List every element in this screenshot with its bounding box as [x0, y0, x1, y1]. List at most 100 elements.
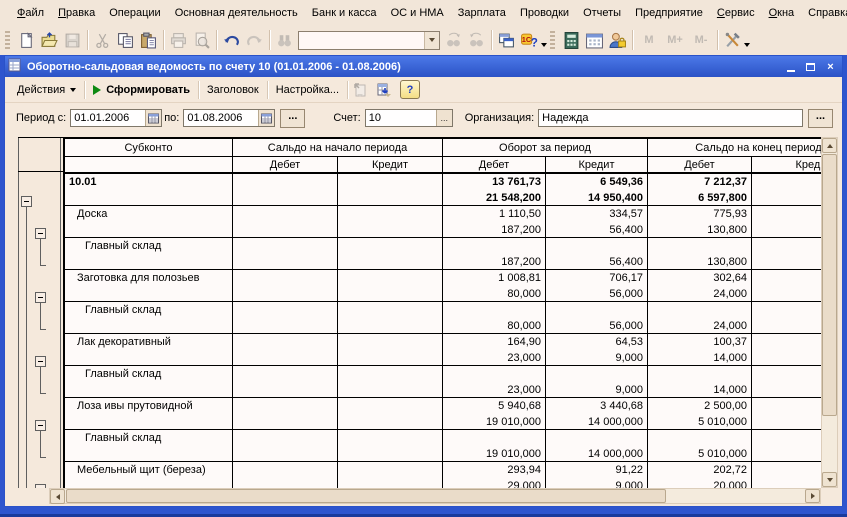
close-button[interactable]: × — [822, 59, 839, 74]
menu-item-Файл[interactable]: Файл — [10, 4, 51, 22]
find-previous-icon[interactable] — [465, 29, 488, 51]
tools-icon[interactable] — [721, 29, 744, 51]
amount-cell[interactable]: 9,000 — [546, 366, 648, 397]
amount-cell[interactable]: 6 549,3614 950,400 — [546, 174, 648, 205]
calendar-picker-icon[interactable] — [145, 110, 161, 126]
amount-cell[interactable]: 56,400 — [546, 238, 648, 269]
generate-button[interactable]: Сформировать — [85, 80, 198, 100]
subconto-cell[interactable]: Главный склад — [65, 302, 233, 333]
table-row[interactable]: Главный склад187,20056,400130,800 — [65, 238, 823, 270]
amount-cell[interactable]: 19 010,000 — [443, 430, 546, 461]
print-preview-icon[interactable] — [190, 29, 213, 51]
amount-cell[interactable]: 130,800 — [648, 238, 752, 269]
table-row[interactable]: 10.0113 761,7321 548,2006 549,3614 950,4… — [65, 174, 823, 206]
amount-cell[interactable] — [233, 302, 338, 333]
menu-item-Сервис[interactable]: Сервис — [710, 4, 762, 22]
amount-cell[interactable]: 293,9429,000 — [443, 462, 546, 488]
table-settings-icon[interactable] — [372, 80, 396, 100]
subconto-cell[interactable]: Лак декоративный — [65, 334, 233, 365]
table-row[interactable]: Заготовка для полозьев1 008,8180,000706,… — [65, 270, 823, 302]
dropdown-caret-icon[interactable] — [744, 43, 750, 47]
amount-cell[interactable]: 302,6424,000 — [648, 270, 752, 301]
amount-cell[interactable] — [233, 206, 338, 237]
amount-cell[interactable]: 64,539,000 — [546, 334, 648, 365]
maximize-button[interactable] — [802, 59, 819, 74]
table-row[interactable]: Лоза ивы прутовидной5 940,6819 010,0003 … — [65, 398, 823, 430]
quick-search-combo[interactable] — [298, 31, 440, 50]
combo-dropdown-icon[interactable] — [424, 32, 439, 49]
subconto-cell[interactable]: Главный склад — [65, 238, 233, 269]
amount-cell[interactable] — [233, 398, 338, 429]
amount-cell[interactable] — [338, 270, 443, 301]
subconto-cell[interactable]: 10.01 — [65, 174, 233, 205]
amount-cell[interactable]: 1 008,8180,000 — [443, 270, 546, 301]
collapse-group-icon[interactable] — [21, 196, 32, 207]
quick-search-input[interactable] — [299, 32, 424, 49]
undo-icon[interactable] — [220, 29, 243, 51]
amount-cell[interactable] — [752, 430, 823, 461]
amount-cell[interactable] — [233, 366, 338, 397]
scroll-down-icon[interactable] — [822, 472, 837, 487]
amount-cell[interactable] — [752, 174, 823, 205]
menu-item-Основная деятельность[interactable]: Основная деятельность — [168, 4, 305, 22]
menu-item-Правка[interactable]: Правка — [51, 4, 102, 22]
memory-icon[interactable]: M — [636, 29, 662, 51]
amount-cell[interactable] — [338, 334, 443, 365]
open-icon[interactable] — [38, 29, 61, 51]
scroll-right-icon[interactable] — [805, 489, 820, 503]
amount-cell[interactable] — [338, 398, 443, 429]
horizontal-scrollbar[interactable] — [49, 488, 821, 504]
collapse-group-icon[interactable] — [35, 292, 46, 303]
amount-cell[interactable]: 14,000 — [648, 366, 752, 397]
user-monitor-icon[interactable] — [606, 29, 629, 51]
amount-cell[interactable] — [752, 270, 823, 301]
subconto-cell[interactable]: Главный склад — [65, 430, 233, 461]
menu-item-Отчеты[interactable]: Отчеты — [576, 4, 628, 22]
menu-item-Справка[interactable]: Справка — [801, 4, 847, 22]
amount-cell[interactable] — [752, 398, 823, 429]
windows-icon[interactable] — [495, 29, 518, 51]
menu-item-ОС и НМА[interactable]: ОС и НМА — [384, 4, 451, 22]
minimize-button[interactable] — [782, 59, 799, 74]
print-icon[interactable] — [167, 29, 190, 51]
report-grid[interactable]: Субконто Сальдо на начало периода Оборот… — [63, 137, 823, 488]
settings-button[interactable]: Настройка... — [268, 80, 347, 100]
scroll-up-icon[interactable] — [822, 138, 837, 153]
table-row[interactable]: Мебельный щит (береза)293,9429,00091,229… — [65, 462, 823, 488]
scroll-left-icon[interactable] — [50, 489, 65, 504]
period-ellipsis-button[interactable]: ... — [280, 109, 305, 128]
amount-cell[interactable]: 100,3714,000 — [648, 334, 752, 365]
table-row[interactable]: Лак декоративный 164,9023,00064,539,00010… — [65, 334, 823, 366]
amount-cell[interactable]: 56,000 — [546, 302, 648, 333]
toolbar-grip[interactable] — [550, 31, 555, 49]
onec-help-icon[interactable]: 1С? — [518, 29, 541, 51]
amount-cell[interactable]: 775,93130,800 — [648, 206, 752, 237]
subconto-cell[interactable]: Заготовка для полозьев — [65, 270, 233, 301]
amount-cell[interactable]: 3 440,6814 000,000 — [546, 398, 648, 429]
menu-item-Операции[interactable]: Операции — [102, 4, 167, 22]
memory-minus-icon[interactable]: M- — [688, 29, 714, 51]
menu-item-Проводки[interactable]: Проводки — [513, 4, 576, 22]
amount-cell[interactable] — [233, 238, 338, 269]
amount-cell[interactable] — [233, 270, 338, 301]
horizontal-scroll-thumb[interactable] — [66, 489, 666, 503]
amount-cell[interactable]: 334,5756,400 — [546, 206, 648, 237]
amount-cell[interactable]: 7 212,376 597,800 — [648, 174, 752, 205]
organization-input[interactable] — [538, 109, 803, 127]
amount-cell[interactable] — [752, 366, 823, 397]
amount-cell[interactable] — [752, 334, 823, 365]
amount-cell[interactable] — [233, 174, 338, 205]
actions-button[interactable]: Действия — [9, 80, 84, 100]
amount-cell[interactable]: 80,000 — [443, 302, 546, 333]
amount-cell[interactable]: 5 940,6819 010,000 — [443, 398, 546, 429]
amount-cell[interactable] — [338, 366, 443, 397]
subconto-cell[interactable]: Главный склад — [65, 366, 233, 397]
menu-item-Предприятие[interactable]: Предприятие — [628, 4, 710, 22]
amount-cell[interactable]: 164,9023,000 — [443, 334, 546, 365]
amount-cell[interactable]: 5 010,000 — [648, 430, 752, 461]
amount-cell[interactable]: 14 000,000 — [546, 430, 648, 461]
amount-cell[interactable] — [338, 430, 443, 461]
report-titlebar[interactable]: Оборотно-сальдовая ведомость по счету 10… — [5, 56, 842, 77]
vertical-scroll-thumb[interactable] — [822, 154, 837, 416]
new-document-icon[interactable] — [15, 29, 38, 51]
